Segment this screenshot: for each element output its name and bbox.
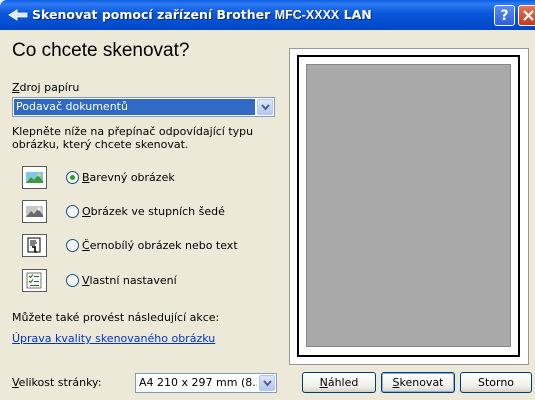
instruction-text: Klepněte níže na přepínač odpovídající t…: [12, 125, 254, 151]
paper-source-label: Zdroj papíru: [12, 81, 80, 94]
page-size-label: Velikost stránky:: [12, 376, 102, 389]
more-actions-label: Můžete také provést následující akce:: [12, 311, 220, 324]
preview-page-area[interactable]: [306, 64, 511, 347]
title-bar[interactable]: Skenovat pomocí zařízení Brother MFC-XXX…: [0, 0, 535, 30]
scan-type-radio-grayscale[interactable]: [66, 205, 79, 218]
scan-type-label-color[interactable]: Barevný obrázek: [82, 171, 175, 184]
paper-source-select[interactable]: Podavač dokumentů: [12, 97, 275, 117]
paper-source-dropdown-button[interactable]: [257, 99, 273, 115]
cancel-button[interactable]: Storno: [460, 372, 532, 393]
preview-button[interactable]: Náhled: [302, 372, 376, 393]
scan-type-radio-bw[interactable]: [66, 239, 79, 252]
page-size-dropdown-button[interactable]: [259, 375, 275, 391]
scan-button[interactable]: Skenovat: [381, 372, 455, 393]
scan-type-label-bw[interactable]: Černobílý obrázek nebo text: [82, 239, 238, 252]
color-picture-icon[interactable]: [22, 166, 47, 189]
help-button[interactable]: ?: [494, 5, 515, 26]
window-title: Skenovat pomocí zařízení Brother MFC-XXX…: [32, 7, 372, 22]
scan-type-radio-custom[interactable]: [66, 274, 79, 287]
scan-type-label-custom[interactable]: Vlastní nastavení: [82, 274, 177, 287]
page-size-value: A4 210 x 297 mm (8.3 x 11.7 pal: [139, 376, 257, 389]
black-white-text-icon[interactable]: [22, 234, 47, 257]
scan-type-label-grayscale[interactable]: Obrázek ve stupních šedé: [82, 205, 225, 218]
grayscale-picture-icon[interactable]: [22, 200, 47, 223]
close-button[interactable]: [518, 5, 535, 26]
adjust-quality-link[interactable]: Úprava kvality skenovaného obrázku: [12, 332, 215, 345]
chevron-down-icon: [261, 104, 270, 111]
custom-settings-icon[interactable]: [22, 269, 47, 292]
scanner-app-icon: [8, 9, 28, 21]
page-size-select[interactable]: A4 210 x 297 mm (8.3 x 11.7 pal: [135, 373, 277, 393]
scan-type-radio-color[interactable]: [66, 171, 79, 184]
close-icon: [523, 10, 534, 21]
paper-source-value: Podavač dokumentů: [14, 99, 255, 115]
scan-dialog: Skenovat pomocí zařízení Brother MFC-XXX…: [0, 0, 535, 400]
page-title: Co chcete skenovat?: [12, 40, 190, 61]
chevron-down-icon: [263, 380, 272, 387]
